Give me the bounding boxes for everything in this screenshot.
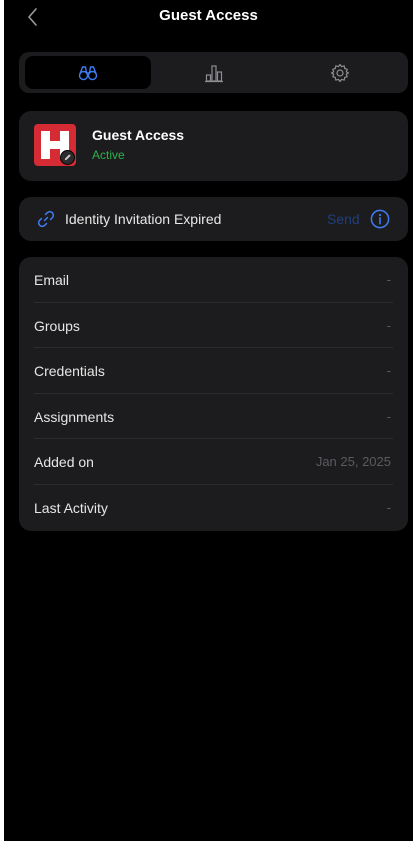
- tab-stats[interactable]: [151, 56, 277, 89]
- detail-row-email: Email -: [34, 257, 393, 303]
- detail-value: -: [386, 272, 391, 287]
- detail-value: -: [386, 363, 391, 379]
- status-badge: Active: [92, 148, 125, 162]
- detail-row-added-on: Added on Jan 25, 2025: [34, 439, 393, 485]
- details-list: Email - Groups - Credentials - Assignmen…: [19, 257, 408, 531]
- detail-label: Email: [34, 272, 70, 288]
- screen: Guest Access Guest Access Active Identit…: [4, 0, 413, 841]
- detail-value: -: [386, 500, 391, 515]
- navigation-bar: Guest Access: [4, 0, 413, 36]
- binoculars-icon: [78, 65, 98, 80]
- profile-card: Guest Access Active: [19, 111, 408, 181]
- detail-label: Groups: [34, 317, 80, 334]
- profile-name: Guest Access: [92, 127, 185, 143]
- tab-settings[interactable]: [277, 56, 403, 89]
- detail-value: -: [386, 317, 391, 333]
- link-icon: [37, 210, 55, 228]
- detail-row-credentials: Credentials -: [34, 348, 393, 394]
- detail-label: Credentials: [34, 363, 105, 380]
- info-icon[interactable]: [370, 209, 390, 229]
- detail-label: Added on: [34, 454, 94, 471]
- bar-chart-icon: [205, 64, 223, 82]
- tab-overview[interactable]: [25, 56, 151, 89]
- edit-logo-button[interactable]: [60, 150, 75, 165]
- detail-label: Assignments: [34, 408, 115, 425]
- gear-icon: [330, 63, 350, 82]
- page-title: Guest Access: [159, 7, 258, 24]
- invitation-card: Identity Invitation Expired Send: [19, 197, 408, 241]
- detail-label: Last Activity: [34, 500, 108, 516]
- pencil-icon: [64, 154, 71, 161]
- tab-segment-control: [19, 52, 408, 93]
- detail-row-last-activity: Last Activity -: [34, 485, 393, 531]
- detail-row-groups: Groups -: [34, 303, 393, 349]
- invitation-status-text: Identity Invitation Expired: [65, 211, 222, 227]
- detail-value: -: [386, 408, 391, 424]
- detail-row-assignments: Assignments -: [34, 394, 393, 440]
- detail-value: Jan 25, 2025: [315, 454, 391, 470]
- send-invitation-button[interactable]: Send: [327, 211, 360, 227]
